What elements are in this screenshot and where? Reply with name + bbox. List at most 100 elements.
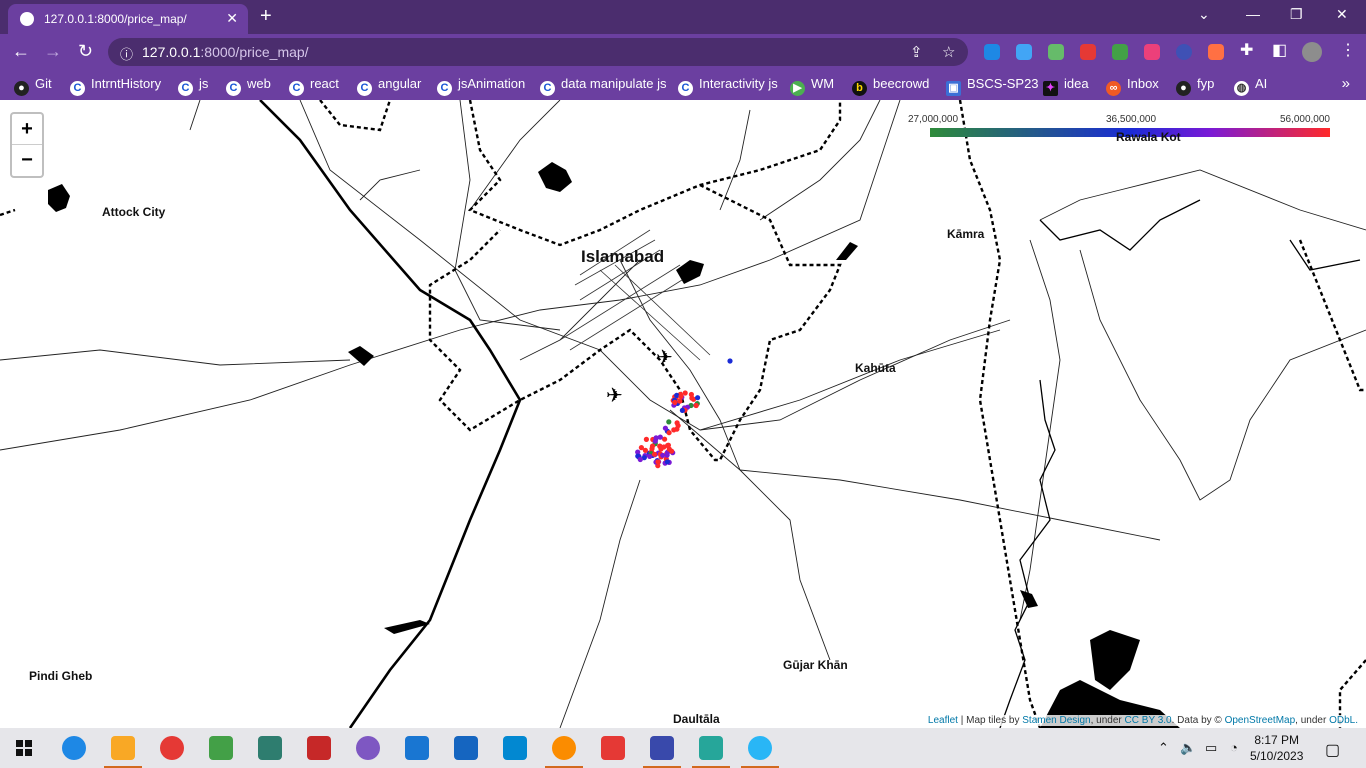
restore-button[interactable]: ❐: [1290, 6, 1303, 23]
close-window-button[interactable]: ✕: [1336, 6, 1348, 23]
bookmark-label: Inbox: [1127, 76, 1159, 91]
trello-icon[interactable]: [405, 736, 429, 760]
extension-icon[interactable]: [1144, 44, 1160, 60]
side-panel-icon[interactable]: ◧: [1272, 42, 1287, 60]
osm-link[interactable]: OpenStreetMap: [1225, 715, 1296, 726]
bookmark-js[interactable]: Cjs: [178, 76, 208, 96]
battery-icon[interactable]: ▭: [1205, 740, 1217, 756]
price-marker: [678, 393, 684, 399]
git-icon[interactable]: [601, 736, 625, 760]
bookmark-interactivity-js[interactable]: C Interactivity js: [678, 76, 778, 96]
bookmark-idea[interactable]: ✦ idea: [1043, 76, 1089, 96]
bookmark-angular[interactable]: Cangular: [357, 76, 421, 96]
bookmark-intrnthistory[interactable]: C IntrntHistory: [70, 76, 161, 96]
price-marker: [689, 395, 695, 401]
place-label: Kāmra: [947, 227, 985, 241]
chrome-profile-icon[interactable]: [356, 736, 380, 760]
legend-min: 27,000,000: [908, 114, 959, 125]
ccby-link[interactable]: CC BY 3.0: [1125, 715, 1172, 726]
clock-date: 5/10/2023: [1250, 749, 1304, 763]
chrome-icon[interactable]: [552, 736, 576, 760]
share-icon[interactable]: ⇪: [910, 43, 923, 61]
extension-icon[interactable]: [984, 44, 1000, 60]
airport-icons: ✈ ✈: [606, 345, 673, 407]
bookmark-ai[interactable]: ◍ AI: [1234, 76, 1267, 96]
system-clock[interactable]: 8:17 PM 5/10/2023: [1250, 732, 1303, 764]
menu-icon[interactable]: ⋮: [1340, 42, 1356, 60]
notification-icon[interactable]: ▢: [1325, 740, 1340, 760]
bookmark-data-manipulate-js[interactable]: Cdata manipulate js: [540, 76, 667, 96]
avatar[interactable]: [1302, 42, 1322, 62]
app-icon[interactable]: [503, 736, 527, 760]
puzzle-icon[interactable]: ✚: [1240, 42, 1253, 60]
site-info-icon[interactable]: ⓘ: [120, 44, 133, 63]
globe-icon: [20, 12, 34, 26]
file-explorer-icon[interactable]: [111, 736, 135, 760]
bookmark-react[interactable]: Creact: [289, 76, 339, 96]
speaker-icon[interactable]: 🔈: [1180, 740, 1196, 756]
tab-search-icon[interactable]: ⌄: [1198, 6, 1210, 23]
visual-studio-icon[interactable]: [699, 736, 723, 760]
extension-icon[interactable]: [1080, 44, 1096, 60]
price-marker: [666, 430, 672, 436]
reload-icon[interactable]: ↻: [78, 42, 93, 60]
bookmark-git[interactable]: ● Git: [14, 76, 52, 96]
wifi-icon[interactable]: ◔: [1230, 740, 1238, 755]
price-marker: [643, 436, 650, 442]
price-marker: [642, 447, 649, 453]
docker-icon[interactable]: [748, 736, 772, 760]
tab-title: 127.0.0.1:8000/price_map/: [44, 12, 187, 26]
bookmark-beecrowd[interactable]: b beecrowd: [852, 76, 929, 96]
bookmark-web[interactable]: Cweb: [226, 76, 271, 96]
price-marker: [647, 453, 653, 459]
leaflet-link[interactable]: Leaflet: [928, 715, 958, 726]
bookmark-jsanimation[interactable]: CjsAnimation: [437, 76, 525, 96]
price-marker: [679, 407, 686, 413]
forward-arrow-icon[interactable]: →: [44, 42, 62, 60]
bookmark-fyp[interactable]: ● fyp: [1176, 76, 1214, 96]
media-player-icon[interactable]: [209, 736, 233, 760]
app-icon[interactable]: [258, 736, 282, 760]
clock-time: 8:17 PM: [1254, 733, 1300, 747]
leaflet-map[interactable]: ✈ ✈ + − 27,000,000 36,500,000 56,000,000…: [0, 100, 1366, 728]
zoom-out-button[interactable]: −: [12, 145, 42, 175]
stamen-link[interactable]: Stamen Design: [1022, 715, 1090, 726]
star-icon[interactable]: ☆: [942, 43, 955, 61]
odbl-link[interactable]: ODbL.: [1329, 715, 1358, 726]
bookmark-label: fyp: [1197, 76, 1215, 91]
bookmark-wm[interactable]: ▶ WM: [790, 76, 834, 96]
bookmark-bscs-sp23[interactable]: ▣ BSCS-SP23: [946, 76, 1039, 96]
c-icon: C: [289, 81, 304, 96]
minimize-button[interactable]: —: [1246, 6, 1260, 22]
boundary-lines: [0, 100, 1366, 728]
extension-icon[interactable]: [1112, 44, 1128, 60]
c-icon: C: [437, 81, 452, 96]
extension-icon[interactable]: [1016, 44, 1032, 60]
extension-icon[interactable]: [1208, 44, 1224, 60]
zoom-in-button[interactable]: +: [12, 114, 42, 145]
back-arrow-icon[interactable]: ←: [12, 42, 30, 60]
extension-icon[interactable]: [1048, 44, 1064, 60]
url-text[interactable]: 127.0.0.1:8000/price_map/: [142, 44, 309, 60]
new-tab-button[interactable]: +: [260, 5, 272, 28]
idea-icon: ✦: [1043, 81, 1058, 96]
price-marker: [651, 451, 658, 457]
vscode-icon[interactable]: [454, 736, 478, 760]
legend-max: 56,000,000: [1279, 114, 1330, 125]
place-label: Gūjar Khān: [783, 658, 848, 672]
extension-icon[interactable]: [1176, 44, 1192, 60]
inbox-icon: ∞: [1106, 81, 1121, 96]
python-icon[interactable]: [650, 736, 674, 760]
chevron-right-icon[interactable]: »: [1342, 75, 1350, 92]
filezilla-icon[interactable]: [307, 736, 331, 760]
chrome-icon[interactable]: [160, 736, 184, 760]
bookmark-inbox[interactable]: ∞ Inbox: [1106, 76, 1159, 96]
chevron-up-icon[interactable]: ⌃: [1158, 740, 1169, 756]
bookmark-label: WM: [811, 76, 835, 91]
bookmark-label: data manipulate js: [561, 76, 667, 91]
windows-start-icon[interactable]: [16, 740, 32, 756]
close-icon[interactable]: ✕: [226, 10, 238, 27]
edge-icon[interactable]: [62, 736, 86, 760]
address-bar[interactable]: ⓘ 127.0.0.1:8000/price_map/ ⇪ ☆: [108, 38, 968, 66]
tab-price-map[interactable]: 127.0.0.1:8000/price_map/ ✕: [8, 4, 248, 34]
